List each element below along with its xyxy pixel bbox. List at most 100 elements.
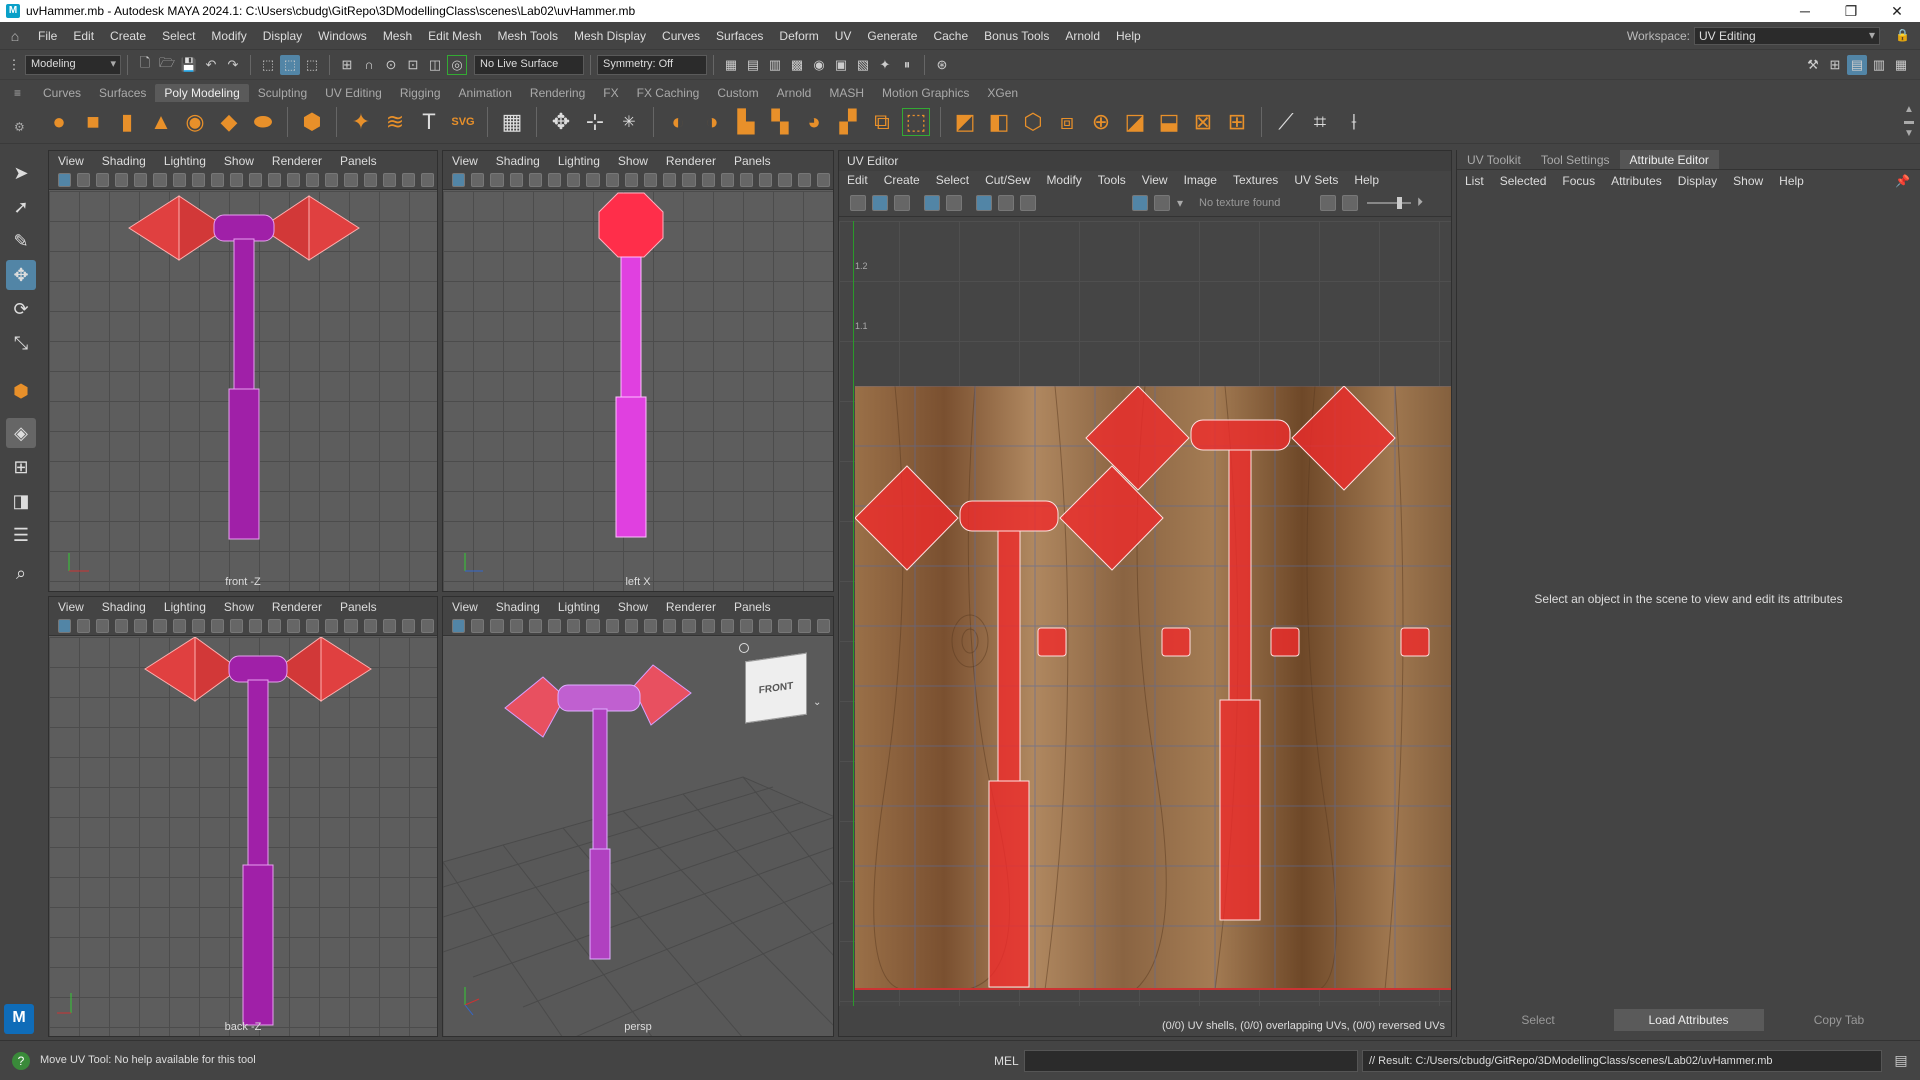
render-frame-icon[interactable]: ▤ [743,55,763,75]
tab-tool-settings[interactable]: Tool Settings [1531,150,1620,169]
toolbar-icon[interactable] [344,172,358,187]
shelf-tab-xgen[interactable]: XGen [978,84,1027,102]
toolbar-icon[interactable] [210,172,224,187]
render-icon[interactable]: ▣ [831,55,851,75]
toolbar-icon[interactable] [306,618,320,633]
toolbar-icon[interactable] [77,618,91,633]
vp-menu-panels[interactable]: Panels [725,600,780,614]
poly-plane-icon[interactable]: ◆ [215,108,243,136]
snap-curve-icon[interactable]: ∩ [359,55,379,75]
toolbar-icon[interactable] [172,618,186,633]
toolbar-icon[interactable] [528,618,543,633]
home-view-icon[interactable] [739,643,749,653]
toolbar-icon[interactable] [248,172,263,187]
uv-toolbar-icon[interactable] [924,194,940,211]
type-text-icon[interactable]: T [415,108,443,136]
command-input[interactable] [1024,1050,1358,1072]
toolbar-icon[interactable] [624,172,639,187]
toolbar-icon[interactable] [624,618,639,633]
vp-menu-renderer[interactable]: Renderer [263,600,331,614]
camera-icon[interactable] [452,618,466,633]
toolbar-icon[interactable] [191,172,205,187]
combine-icon[interactable]: ◐ [664,108,692,136]
freeze-transform-icon[interactable]: ⊹ [581,108,609,136]
light-editor-icon[interactable]: ✦ [875,55,895,75]
minimize-button[interactable]: ─ [1782,3,1828,19]
toolbar-icon[interactable] [382,172,396,187]
undo-icon[interactable]: ↶ [201,55,221,75]
workspace-dropdown[interactable]: UV Editing [1694,27,1880,45]
ae-menu-selected[interactable]: Selected [1492,174,1555,188]
toolbar-icon[interactable] [567,172,581,187]
lock-icon[interactable]: 🔒 [1895,28,1910,42]
symmetry-dropdown[interactable]: Symmetry: Off [597,54,707,75]
toolbar-icon[interactable] [134,172,148,187]
vp-menu-view[interactable]: View [443,600,487,614]
select-object-icon[interactable]: ⬚ [280,54,300,75]
separate-icon[interactable]: ◑ [698,108,726,136]
svg-icon[interactable]: SVG [449,108,477,136]
toolbar-icon[interactable] [816,172,831,187]
shelf-tab-animation[interactable]: Animation [450,84,521,102]
shelf-tab-custom[interactable]: Custom [708,84,767,102]
vp-menu-lighting[interactable]: Lighting [155,154,215,168]
uv-menu-select[interactable]: Select [928,173,977,187]
toolbar-icon[interactable] [816,618,831,633]
fill-hole-icon[interactable]: ◧ [985,108,1013,136]
menu-mesh-display[interactable]: Mesh Display [566,29,654,43]
four-view-layout-icon[interactable]: ⊞ [6,452,36,482]
sculpt-brush-icon[interactable]: ⟋ [1272,108,1300,136]
toolbar-icon[interactable] [701,618,715,633]
shelf-tab-uv-editing[interactable]: UV Editing [316,84,391,102]
viewport-persp[interactable]: View Shading Lighting Show Renderer Pane… [442,596,834,1037]
ae-menu-help[interactable]: Help [1771,174,1812,188]
menu-bonus-tools[interactable]: Bonus Tools [976,29,1057,43]
toolbar-icon[interactable] [210,618,224,633]
toolbar-icon[interactable] [96,618,110,633]
toolbar-icon[interactable] [663,618,677,633]
toolbar-icon[interactable] [605,618,619,633]
mel-label[interactable]: MEL [994,1054,1019,1068]
poly-cone-icon[interactable]: ▲ [147,108,175,136]
tab-attribute-editor[interactable]: Attribute Editor [1619,150,1719,169]
select-tool-icon[interactable]: ➤ [6,158,36,188]
toolbar-icon[interactable] [759,172,773,187]
camera-snapshot-icon[interactable] [1020,194,1036,211]
menu-set-dropdown[interactable]: Modeling ▾ [25,54,121,75]
toolbar-icon[interactable] [663,172,677,187]
toolbar-icon[interactable] [644,172,658,187]
select-component-icon[interactable]: ⬚ [302,55,322,75]
toolbar-icon[interactable] [720,618,735,633]
poly-sphere-icon[interactable]: ● [45,108,73,136]
vp-menu-panels[interactable]: Panels [725,154,780,168]
shelf-tab-arnold[interactable]: Arnold [768,84,821,102]
vp-menu-lighting[interactable]: Lighting [549,154,609,168]
chevron-down-icon[interactable]: ▾ [1177,196,1183,210]
menu-cache[interactable]: Cache [925,29,976,43]
toolbar-icon[interactable] [153,172,167,187]
snap-view-icon[interactable]: ⊡ [403,55,423,75]
shelf-tab-mash[interactable]: MASH [820,84,873,102]
vp-menu-shading[interactable]: Shading [93,600,155,614]
menu-uv[interactable]: UV [827,29,860,43]
toolbar-icon[interactable] [382,618,396,633]
uv-grid-icon[interactable] [976,194,992,211]
shelf-tab-rendering[interactable]: Rendering [521,84,594,102]
uv-menu-uv-sets[interactable]: UV Sets [1286,173,1346,187]
snap-point-icon[interactable]: ⊙ [381,55,401,75]
toolbar-icon[interactable] [682,618,696,633]
select-hierarchy-icon[interactable]: ⬚ [258,55,278,75]
toolbar-icon[interactable] [720,172,735,187]
lasso-tool-icon[interactable]: ➚ [6,192,36,222]
slider-handle[interactable] [1397,196,1403,209]
toolbar-icon[interactable] [471,618,485,633]
menu-mesh-tools[interactable]: Mesh Tools [490,29,566,43]
vp-menu-shading[interactable]: Shading [487,600,549,614]
toolbar-icon[interactable] [682,172,696,187]
toolbar-icon[interactable] [471,172,485,187]
ae-menu-display[interactable]: Display [1670,174,1725,188]
outliner-layout-icon[interactable]: ☰ [6,520,36,550]
ipr-render-icon[interactable]: ▥ [765,55,785,75]
ae-menu-attributes[interactable]: Attributes [1603,174,1670,188]
uv-menu-help[interactable]: Help [1346,173,1387,187]
